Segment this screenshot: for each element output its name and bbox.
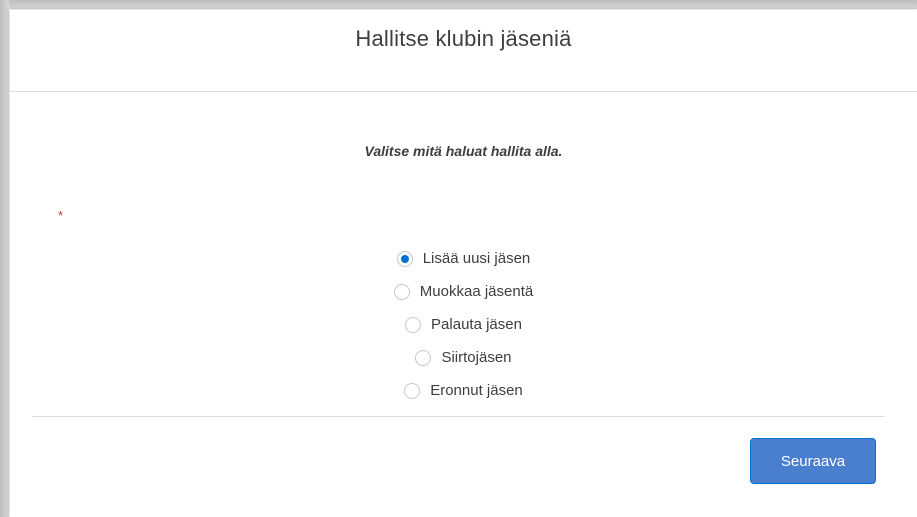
radio-label[interactable]: Lisää uusi jäsen	[423, 250, 531, 267]
member-action-radio-group: Lisää uusi jäsen Muokkaa jäsentä Palauta…	[10, 242, 917, 407]
dialog-title: Hallitse klubin jäseniä	[355, 26, 572, 52]
radio-button-icon[interactable]	[393, 283, 410, 300]
radio-option-restore-member[interactable]: Palauta jäsen	[10, 308, 917, 341]
radio-selected-dot	[400, 254, 409, 263]
required-indicator: *	[58, 208, 64, 223]
manage-members-dialog: Hallitse klubin jäseniä Valitse mitä hal…	[10, 10, 917, 517]
next-button[interactable]: Seuraava	[750, 438, 876, 484]
radio-option-edit-member[interactable]: Muokkaa jäsentä	[10, 275, 917, 308]
footer-divider	[32, 416, 885, 417]
radio-option-add-member[interactable]: Lisää uusi jäsen	[10, 242, 917, 275]
radio-option-resigned-member[interactable]: Eronnut jäsen	[10, 374, 917, 407]
radio-label[interactable]: Siirtojäsen	[441, 349, 511, 366]
radio-option-transfer-member[interactable]: Siirtojäsen	[10, 341, 917, 374]
background-edge-left	[0, 0, 9, 517]
radio-label[interactable]: Muokkaa jäsentä	[420, 283, 533, 300]
radio-button-icon[interactable]	[396, 250, 413, 267]
radio-label[interactable]: Palauta jäsen	[431, 316, 522, 333]
radio-label[interactable]: Eronnut jäsen	[430, 382, 523, 399]
radio-button-icon[interactable]	[404, 382, 421, 399]
radio-button-icon[interactable]	[405, 316, 422, 333]
background-edge-top	[0, 0, 917, 9]
radio-button-icon[interactable]	[415, 349, 432, 366]
dialog-header: Hallitse klubin jäseniä	[10, 10, 917, 92]
instruction-text: Valitse mitä haluat hallita alla.	[364, 143, 563, 159]
